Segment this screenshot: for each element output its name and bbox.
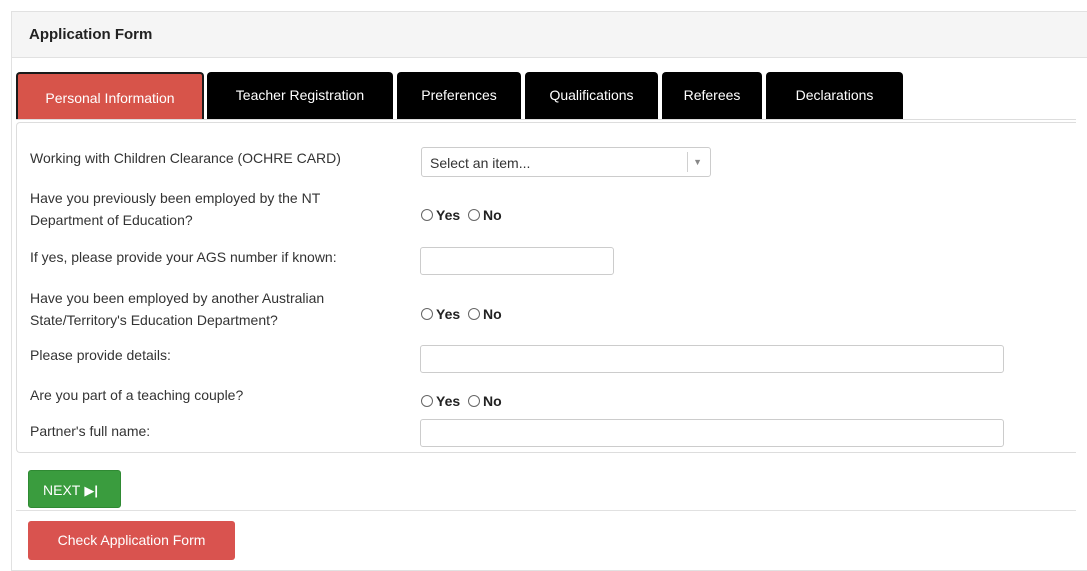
couple-no[interactable]: No <box>468 393 502 409</box>
radio-circle-icon[interactable] <box>468 209 481 221</box>
other-state-label: Have you been employed by another Austra… <box>30 287 324 331</box>
radio-circle-icon[interactable] <box>468 308 481 320</box>
ochre-select[interactable]: Select an item... ▼ <box>421 147 711 177</box>
ags-label: If yes, please provide your AGS number i… <box>30 249 337 265</box>
next-button-label: NEXT <box>43 482 81 498</box>
radio-circle-icon[interactable] <box>421 395 433 407</box>
nt-employed-no-label: No <box>483 207 502 223</box>
tab-preferences[interactable]: Preferences <box>397 72 521 120</box>
ochre-label: Working with Children Clearance (OCHRE C… <box>30 150 341 166</box>
tab-declarations[interactable]: Declarations <box>766 72 903 120</box>
other-state-radio-group: Yes No <box>421 306 506 322</box>
nt-employed-yes-label: Yes <box>436 207 461 223</box>
couple-radio-group: Yes No <box>421 393 506 409</box>
couple-yes[interactable]: Yes <box>421 393 460 409</box>
ochre-select-value: Select an item... <box>430 155 531 171</box>
details-label: Please provide details: <box>30 347 171 363</box>
couple-yes-label: Yes <box>436 393 461 409</box>
tab-teacher-registration[interactable]: Teacher Registration <box>207 72 393 120</box>
other-state-label-line1: Have you been employed by another Austra… <box>30 290 325 306</box>
nt-employed-radio-group: Yes No <box>421 207 506 223</box>
tab-personal-information[interactable]: Personal Information <box>16 72 204 120</box>
other-state-yes-label: Yes <box>436 306 461 322</box>
select-divider <box>687 152 688 172</box>
other-state-no[interactable]: No <box>468 306 502 322</box>
radio-circle-icon[interactable] <box>421 209 433 221</box>
nt-employed-label: Have you previously been employed by the… <box>30 187 320 231</box>
radio-circle-icon[interactable] <box>421 308 433 320</box>
other-state-label-line2: State/Territory's Education Department? <box>30 312 278 328</box>
check-application-form-button[interactable]: Check Application Form <box>28 521 235 560</box>
other-state-no-label: No <box>483 306 502 322</box>
panel-title: Application Form <box>12 12 1087 58</box>
radio-circle-icon[interactable] <box>468 395 481 407</box>
divider <box>16 510 1076 511</box>
nt-employed-label-line1: Have you previously been employed by the… <box>30 190 321 206</box>
partner-name-input[interactable] <box>420 419 1004 447</box>
details-input[interactable] <box>420 345 1004 373</box>
couple-label: Are you part of a teaching couple? <box>30 387 244 403</box>
partner-label: Partner's full name: <box>30 423 151 439</box>
chevron-down-icon: ▼ <box>693 157 702 167</box>
personal-information-form: Working with Children Clearance (OCHRE C… <box>16 122 1076 453</box>
tab-referees[interactable]: Referees <box>662 72 762 120</box>
other-state-yes[interactable]: Yes <box>421 306 460 322</box>
nt-employed-no[interactable]: No <box>468 207 502 223</box>
nt-employed-label-line2: Department of Education? <box>30 212 193 228</box>
tab-qualifications[interactable]: Qualifications <box>525 72 658 120</box>
tab-divider <box>16 119 1076 120</box>
step-forward-icon: ▶| <box>84 483 98 498</box>
next-button[interactable]: NEXT ▶| <box>28 470 121 508</box>
ags-number-input[interactable] <box>420 247 614 275</box>
nt-employed-yes[interactable]: Yes <box>421 207 460 223</box>
couple-no-label: No <box>483 393 502 409</box>
